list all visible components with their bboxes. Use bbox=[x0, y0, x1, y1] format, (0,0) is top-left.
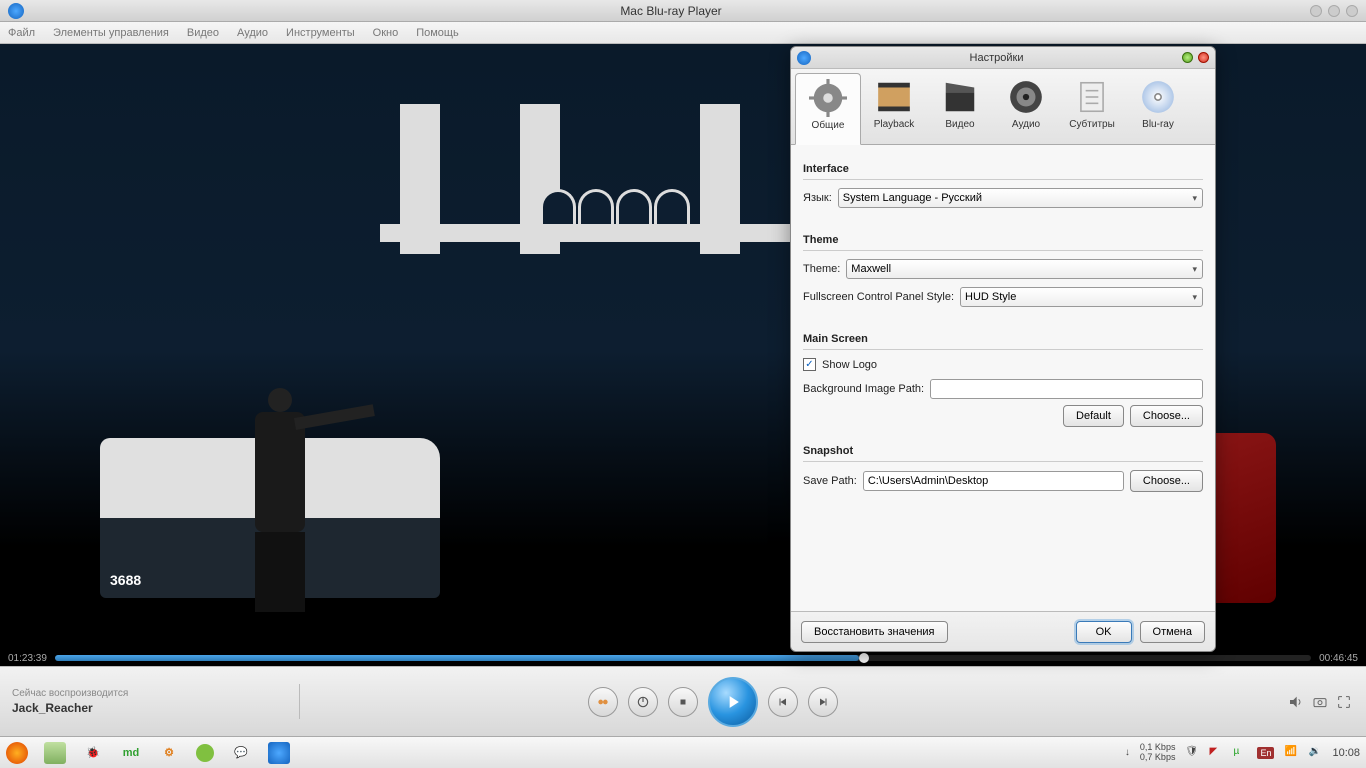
tab-video[interactable]: Видео bbox=[927, 73, 993, 144]
next-button[interactable] bbox=[808, 687, 838, 717]
settings-close-button[interactable] bbox=[1198, 52, 1209, 63]
theme-label: Theme: bbox=[803, 263, 840, 275]
time-total: 00:46:45 bbox=[1319, 653, 1358, 664]
tab-playback[interactable]: Playback bbox=[861, 73, 927, 144]
network-speed: 0,1 Kbps0,7 Kbps bbox=[1140, 743, 1176, 763]
window-control-group bbox=[1310, 5, 1358, 17]
restore-button[interactable]: Восстановить значения bbox=[801, 621, 948, 643]
stop-button[interactable] bbox=[668, 687, 698, 717]
tab-subtitles[interactable]: Субтитры bbox=[1059, 73, 1125, 144]
taskbar: 🐞 md ⚙ 💬 ↓ 0,1 Kbps0,7 Kbps 🛡 ◤ µ En 📶 🔉… bbox=[0, 736, 1366, 768]
time-elapsed: 01:23:39 bbox=[8, 653, 47, 664]
minimize-button[interactable] bbox=[1310, 5, 1322, 17]
showlogo-checkbox[interactable]: ✓ bbox=[803, 358, 816, 371]
window-title: Mac Blu-ray Player bbox=[32, 4, 1310, 18]
savepath-label: Save Path: bbox=[803, 475, 857, 487]
volume-icon[interactable] bbox=[1288, 694, 1304, 710]
controls-bar: Сейчас воспроизводится Jack_Reacher bbox=[0, 666, 1366, 736]
prev-button[interactable] bbox=[768, 687, 798, 717]
menubar: Файл Элементы управления Видео Аудио Инс… bbox=[0, 22, 1366, 44]
taskbar-tray: ↓ 0,1 Kbps0,7 Kbps 🛡 ◤ µ En 📶 🔉 10:08 bbox=[1125, 743, 1360, 763]
document-icon bbox=[1072, 77, 1112, 117]
progress-area: 01:23:39 00:46:45 bbox=[0, 650, 1366, 666]
menu-file[interactable]: Файл bbox=[8, 27, 35, 39]
play-button[interactable] bbox=[708, 677, 758, 727]
lang-label: Язык: bbox=[803, 192, 832, 204]
disc-icon bbox=[1138, 77, 1178, 117]
flag-icon[interactable]: ◤ bbox=[1209, 746, 1223, 760]
menu-audio[interactable]: Аудио bbox=[237, 27, 268, 39]
tab-general[interactable]: Общие bbox=[795, 73, 861, 145]
taskbar-chat-icon[interactable]: 💬 bbox=[230, 742, 252, 764]
download-arrow-icon: ↓ bbox=[1125, 747, 1130, 758]
taskbar-filemanager-icon[interactable] bbox=[44, 742, 66, 764]
titlebar: Mac Blu-ray Player bbox=[0, 0, 1366, 22]
section-interface: Interface bbox=[803, 159, 1203, 180]
speaker-cone-icon bbox=[1006, 77, 1046, 117]
power-button[interactable] bbox=[628, 687, 658, 717]
showlogo-label: Show Logo bbox=[822, 359, 877, 371]
settings-minimize-button[interactable] bbox=[1182, 52, 1193, 63]
taskbar-firefox-icon[interactable] bbox=[6, 742, 28, 764]
app-icon bbox=[8, 3, 24, 19]
taskbar-clock[interactable]: 10:08 bbox=[1332, 747, 1360, 759]
savepath-input[interactable] bbox=[863, 471, 1124, 491]
shield-icon[interactable]: 🛡 bbox=[1185, 746, 1199, 760]
menu-controls[interactable]: Элементы управления bbox=[53, 27, 169, 39]
settings-title: Настройки bbox=[811, 52, 1182, 64]
settings-tabs: Общие Playback Видео Аудио Субтитры Blu-… bbox=[791, 69, 1215, 145]
section-mainscreen: Main Screen bbox=[803, 329, 1203, 350]
now-playing-label: Сейчас воспроизводится bbox=[12, 688, 287, 699]
settings-titlebar[interactable]: Настройки bbox=[791, 47, 1215, 69]
filmstrip-icon bbox=[874, 77, 914, 117]
choose-snapshot-button[interactable]: Choose... bbox=[1130, 470, 1203, 492]
choose-bg-button[interactable]: Choose... bbox=[1130, 405, 1203, 427]
settings-dialog: Настройки Общие Playback Видео Аудио Суб… bbox=[790, 46, 1216, 652]
maximize-button[interactable] bbox=[1328, 5, 1340, 17]
taskbar-app3-icon[interactable]: ⚙ bbox=[158, 742, 180, 764]
now-playing-panel: Сейчас воспроизводится Jack_Reacher bbox=[0, 684, 300, 719]
tab-audio[interactable]: Аудио bbox=[993, 73, 1059, 144]
cancel-button[interactable]: Отмена bbox=[1140, 621, 1205, 643]
bgpath-input[interactable] bbox=[930, 379, 1203, 399]
settings-app-icon bbox=[797, 51, 811, 65]
now-playing-name: Jack_Reacher bbox=[12, 701, 287, 715]
lang-select[interactable]: System Language - Русский bbox=[838, 188, 1203, 208]
section-snapshot: Snapshot bbox=[803, 441, 1203, 462]
fcps-label: Fullscreen Control Panel Style: bbox=[803, 291, 954, 303]
section-theme: Theme bbox=[803, 230, 1203, 251]
menu-tools[interactable]: Инструменты bbox=[286, 27, 355, 39]
close-button[interactable] bbox=[1346, 5, 1358, 17]
fcps-select[interactable]: HUD Style bbox=[960, 287, 1203, 307]
clapperboard-icon bbox=[940, 77, 980, 117]
controls-right bbox=[1126, 694, 1366, 710]
default-button[interactable]: Default bbox=[1063, 405, 1124, 427]
share-button[interactable] bbox=[588, 687, 618, 717]
taskbar-player-icon[interactable] bbox=[268, 742, 290, 764]
language-indicator[interactable]: En bbox=[1257, 747, 1274, 759]
fullscreen-icon[interactable] bbox=[1336, 694, 1352, 710]
snapshot-icon[interactable] bbox=[1312, 694, 1328, 710]
menu-window[interactable]: Окно bbox=[373, 27, 399, 39]
seek-bar[interactable] bbox=[55, 655, 1311, 661]
settings-footer: Восстановить значения OK Отмена bbox=[791, 611, 1215, 651]
ok-button[interactable]: OK bbox=[1076, 621, 1132, 643]
speaker-icon[interactable]: 🔉 bbox=[1308, 746, 1322, 760]
bgpath-label: Background Image Path: bbox=[803, 383, 924, 395]
wifi-icon[interactable]: 📶 bbox=[1284, 746, 1298, 760]
theme-select[interactable]: Maxwell bbox=[846, 259, 1203, 279]
taskbar-app4-icon[interactable] bbox=[196, 744, 214, 762]
taskbar-app1-icon[interactable]: 🐞 bbox=[82, 742, 104, 764]
tab-bluray[interactable]: Blu-ray bbox=[1125, 73, 1191, 144]
menu-help[interactable]: Помощь bbox=[416, 27, 459, 39]
settings-body: Interface Язык: System Language - Русски… bbox=[791, 145, 1215, 611]
menu-video[interactable]: Видео bbox=[187, 27, 219, 39]
taskbar-app2-icon[interactable]: md bbox=[120, 742, 142, 764]
player-buttons bbox=[300, 677, 1126, 727]
utorrent-icon[interactable]: µ bbox=[1233, 746, 1247, 760]
gear-icon bbox=[808, 78, 848, 118]
